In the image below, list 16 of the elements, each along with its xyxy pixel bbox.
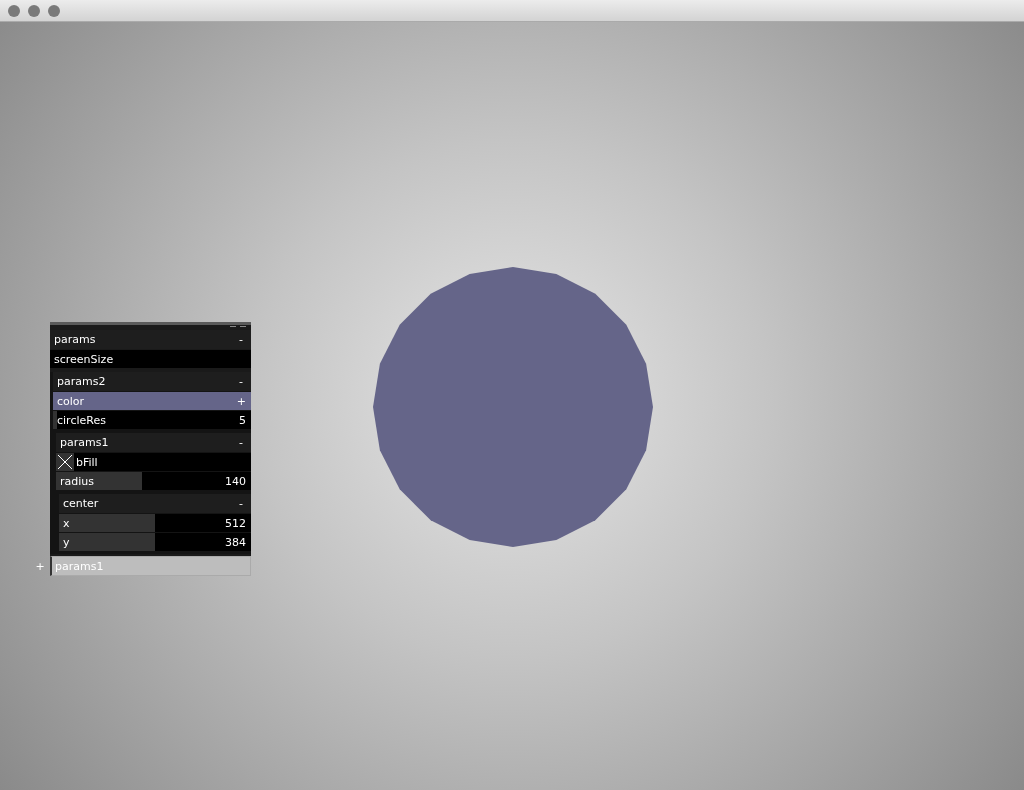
group-header[interactable]: params2 - <box>53 372 251 391</box>
minimize-button[interactable] <box>28 4 40 17</box>
toggle-label: bFill <box>76 455 98 469</box>
slider[interactable]: x 512 <box>59 514 251 532</box>
slider[interactable]: radius 140 <box>56 472 251 490</box>
slider[interactable]: y 384 <box>59 533 251 551</box>
panel-header[interactable]: params - <box>50 330 251 349</box>
slider[interactable]: circleRes 5 <box>53 411 251 429</box>
plus-label: + <box>34 559 46 573</box>
color-group-header[interactable]: color + <box>53 392 251 410</box>
group-header[interactable]: params1 - <box>56 433 251 452</box>
zoom-button[interactable] <box>48 4 60 17</box>
label-row: screenSize <box>50 350 251 368</box>
group-header[interactable]: center - <box>59 494 251 513</box>
close-button[interactable] <box>8 4 20 17</box>
checkbox[interactable] <box>56 453 74 471</box>
